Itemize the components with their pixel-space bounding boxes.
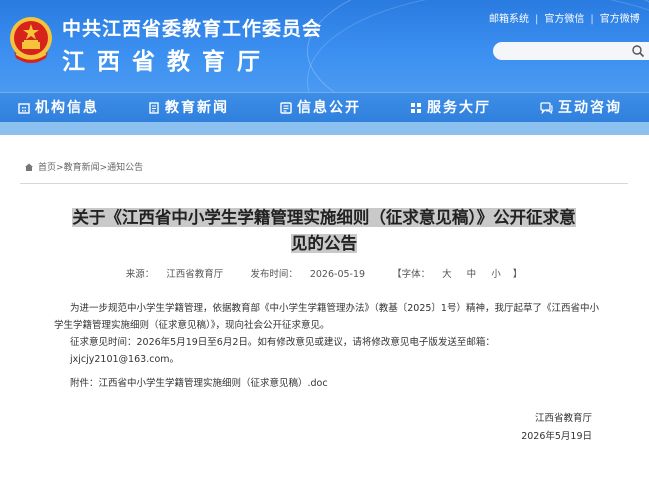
document-icon (149, 102, 159, 114)
breadcrumb-notice[interactable]: 通知公告 (107, 163, 143, 173)
article-body: 为进一步规范中小学生学籍管理，依据教育部《中小学生学籍管理办法》（教基〔2025… (54, 300, 602, 368)
national-emblem-icon (10, 17, 52, 63)
source-label: 来源： (125, 269, 155, 280)
nav-item-label: 服务大厅 (427, 100, 491, 116)
nav-item-label: 机构信息 (35, 100, 99, 116)
font-medium-button[interactable]: 中 (467, 269, 477, 280)
main-nav: 机构信息 教育新闻 信息公开 服务大厅 互动咨询 (0, 92, 649, 123)
date-value: 2026-05-19 (309, 269, 366, 280)
building-icon (18, 103, 30, 114)
site-title-main[interactable]: 江西省教育厅 (62, 42, 272, 76)
search-icon[interactable] (631, 44, 645, 58)
font-close: 】 (512, 269, 523, 280)
font-label: 【字体： (392, 269, 431, 280)
breadcrumb-news[interactable]: 教育新闻 (64, 163, 100, 173)
article-paragraph: 征求意见时间：2026年5月19日至6月2日。如有修改意见或建议，请将修改意见电… (70, 337, 495, 365)
site-header: 中共江西省委教育工作委员会 江西省教育厅 邮箱系统 | 官方微信 | 官方微博 (0, 0, 649, 92)
nav-item-label: 信息公开 (297, 100, 361, 116)
divider: | (535, 14, 539, 25)
nav-band (0, 122, 649, 135)
article-title: 关于《江西省中小学生学籍管理实施细则（征求意见稿）》公开征求意 见的公告 (20, 205, 628, 257)
site-title-cn: 中共江西省委教育工作委员会 (62, 18, 323, 40)
article-paragraph: 为进一步规范中小学生学籍管理，依据教育部《中小学生学籍管理办法》（教基〔2025… (54, 303, 599, 331)
source-value: 江西省教育厅 (166, 269, 224, 280)
grid-icon (411, 103, 421, 113)
search-input[interactable] (493, 42, 649, 60)
home-icon (25, 163, 33, 171)
weibo-link[interactable]: 官方微博 (600, 14, 640, 25)
date-label: 发布时间： (250, 269, 298, 280)
breadcrumb-home[interactable]: 首页 (38, 163, 56, 173)
nav-item-news[interactable]: 教育新闻 (148, 93, 229, 123)
signature-org: 江西省教育厅 (534, 413, 592, 424)
wechat-link[interactable]: 官方微信 (544, 14, 584, 25)
chat-icon (540, 102, 553, 115)
publish-date: 发布时间： 2026-05-19 (244, 269, 371, 280)
breadcrumb: 首页>教育新闻>通知公告 (24, 160, 143, 173)
breadcrumb-separator: > (56, 163, 64, 173)
nav-item-institution[interactable]: 机构信息 (18, 93, 99, 123)
nav-item-service[interactable]: 服务大厅 (410, 93, 491, 123)
nav-item-disclosure[interactable]: 信息公开 (280, 93, 361, 123)
divider: | (590, 14, 594, 25)
info-icon (280, 102, 292, 114)
font-size-control: 【字体： 大 中 小】 (386, 269, 528, 280)
font-small-button[interactable]: 小 (491, 269, 501, 280)
top-links: 邮箱系统 | 官方微信 | 官方微博 (489, 10, 649, 25)
article-title-line2: 见的公告 (291, 234, 357, 253)
font-large-button[interactable]: 大 (442, 269, 452, 280)
source: 来源： 江西省教育厅 (120, 269, 230, 280)
article-meta: 来源： 江西省教育厅 发布时间： 2026-05-19 【字体： 大 中 小】 (20, 266, 628, 280)
nav-item-label: 互动咨询 (558, 100, 622, 116)
attachment-link[interactable]: 附件：江西省中小学生学籍管理实施细则（征求意见稿）.doc (70, 375, 328, 389)
signature-date: 2026年5月19日 (521, 431, 592, 442)
article-title-line1: 关于《江西省中小学生学籍管理实施细则（征求意见稿）》公开征求意 (72, 208, 576, 227)
nav-item-consult[interactable]: 互动咨询 (540, 93, 622, 123)
mail-system-link[interactable]: 邮箱系统 (489, 14, 529, 25)
breadcrumb-separator: > (99, 163, 108, 173)
divider (20, 183, 628, 184)
nav-item-label: 教育新闻 (165, 100, 229, 116)
